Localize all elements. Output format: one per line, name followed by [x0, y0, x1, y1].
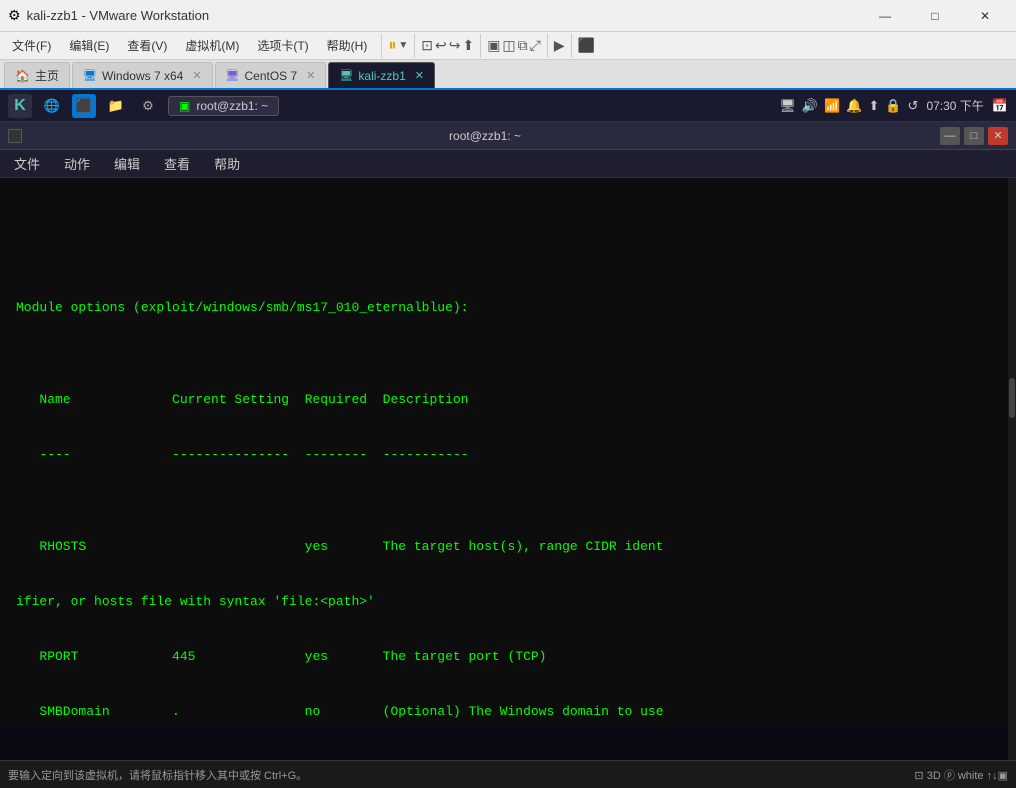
vmware-titlebar: ⚙ kali-zzb1 - VMware Workstation — □ ✕: [0, 0, 1016, 32]
tab-bar: 🏠 主页 🖥 Windows 7 x64 ✕ 🖥 CentOS 7 ✕ 🖥 ka…: [0, 60, 1016, 90]
toolbar-icon-1[interactable]: ⊡: [421, 37, 433, 54]
status-left-text: 要输入定向到该虚拟机，请将鼠标指针移入其中或按 Ctrl+G。: [8, 767, 307, 783]
kali-display-icon[interactable]: 🖥: [779, 98, 796, 114]
toolbar-icon-7[interactable]: ⧉: [518, 37, 528, 54]
app-menu-edit[interactable]: 编辑: [108, 152, 146, 175]
app-menu-view[interactable]: 查看: [158, 152, 196, 175]
scrollbar-thumb[interactable]: [1009, 378, 1015, 418]
kali-terminal-label: root@zzb1: ~: [196, 99, 268, 113]
terminal-line-1: Module options (exploit/windows/smb/ms17…: [16, 299, 1000, 318]
toolbar-pause-icon[interactable]: ⏸: [388, 37, 396, 55]
kali-settings-icon[interactable]: ⚙: [136, 94, 160, 118]
app-menubar: 文件 动作 编辑 查看 帮助: [0, 150, 1016, 178]
vmware-workstation: ⚙ kali-zzb1 - VMware Workstation — □ ✕ 文…: [0, 0, 1016, 788]
menu-tabs[interactable]: 选项卡(T): [249, 34, 316, 57]
toolbar-icon-5[interactable]: ▣: [487, 37, 500, 54]
menu-help[interactable]: 帮助(H): [319, 34, 376, 57]
kali-active-terminal[interactable]: ▣ root@zzb1: ~: [168, 96, 279, 116]
toolbar-separator-4: [547, 34, 548, 58]
kali-sys-icons: 🖥 🔊 📶 🔔 ⬆ 🔒 ↺: [779, 98, 918, 114]
terminal-content: Module options (exploit/windows/smb/ms17…: [16, 226, 1000, 726]
vmware-close-button[interactable]: ✕: [962, 2, 1008, 30]
toolbar-icon-10[interactable]: ⬛: [578, 37, 595, 54]
terminal-line-3: Name Current Setting Required Descriptio…: [16, 391, 1000, 410]
tab-centos[interactable]: 🖥 CentOS 7 ✕: [215, 62, 327, 88]
toolbar-icon-3[interactable]: ↪: [449, 37, 461, 54]
vmware-icon: ⚙: [8, 7, 21, 24]
tab-home-label: 主页: [35, 67, 59, 84]
terminal-wrapper[interactable]: Module options (exploit/windows/smb/ms17…: [0, 178, 1016, 760]
tab-win7-label: Windows 7 x64: [102, 69, 183, 83]
menu-view[interactable]: 查看(V): [119, 34, 175, 57]
terminal-title: root@zzb1: ~: [30, 129, 940, 143]
vm-content: K 🌐 ⬛ 📁 ⚙ ▣ root@zzb1: ~ 🖥: [0, 90, 1016, 788]
terminal-title-checkbox: [8, 129, 22, 143]
kali-terminal-icon[interactable]: ⬛: [72, 94, 96, 118]
toolbar-separator-2: [414, 34, 415, 58]
toolbar-separator-3: [480, 34, 481, 58]
tab-home-icon: 🏠: [15, 69, 30, 83]
toolbar-separator-5: [571, 34, 572, 58]
terminal-scrollbar[interactable]: [1008, 178, 1016, 760]
kali-update-icon[interactable]: ⬆: [868, 98, 879, 114]
kali-calendar-icon[interactable]: 📅: [992, 98, 1008, 114]
kali-logo-icon[interactable]: K: [8, 94, 32, 118]
tab-win7-icon: 🖥: [83, 69, 97, 82]
tab-win7-close[interactable]: ✕: [192, 69, 201, 82]
terminal-restore-button[interactable]: □: [964, 127, 984, 145]
tab-centos-close[interactable]: ✕: [306, 69, 315, 82]
terminal-line-4: ---- --------------- -------- ----------…: [16, 446, 1000, 465]
tab-win7[interactable]: 🖥 Windows 7 x64 ✕: [72, 62, 213, 88]
terminal[interactable]: Module options (exploit/windows/smb/ms17…: [0, 178, 1016, 726]
kali-lock-icon[interactable]: 🔒: [885, 98, 901, 114]
terminal-line-6: RHOSTS yes The target host(s), range CID…: [16, 538, 1000, 557]
vmware-window-controls: — □ ✕: [862, 2, 1008, 30]
tab-centos-icon: 🖥: [226, 69, 240, 82]
vmware-menubar: 文件(F) 编辑(E) 查看(V) 虚拟机(M) 选项卡(T) 帮助(H) ⏸ …: [0, 32, 1016, 60]
kali-power-icon[interactable]: ↺: [908, 98, 919, 114]
kali-taskbar: K 🌐 ⬛ 📁 ⚙ ▣ root@zzb1: ~ 🖥: [0, 90, 1016, 122]
status-right-text: ⊡ 3D ⓟ white ↑↓▣: [914, 767, 1008, 783]
app-menu-actions[interactable]: 动作: [58, 152, 96, 175]
toolbar-separator-1: [381, 34, 382, 58]
vmware-minimize-button[interactable]: —: [862, 2, 908, 30]
toolbar-icon-4[interactable]: ⬆: [462, 37, 474, 54]
vmware-maximize-button[interactable]: □: [912, 2, 958, 30]
terminal-titlebar: root@zzb1: ~ — □ ✕: [0, 122, 1016, 150]
kali-sound-icon[interactable]: 🔊: [802, 98, 818, 114]
terminal-line-9: SMBDomain . no (Optional) The Windows do…: [16, 703, 1000, 722]
kali-folder-icon[interactable]: 📁: [104, 94, 128, 118]
tab-kali-label: kali-zzb1: [358, 69, 405, 83]
terminal-line-7: ifier, or hosts file with syntax 'file:<…: [16, 593, 1000, 612]
terminal-close-button[interactable]: ✕: [988, 127, 1008, 145]
tab-kali-icon: 🖥: [339, 69, 353, 82]
toolbar-icon-8[interactable]: ⤢: [530, 37, 541, 54]
menu-vm[interactable]: 虚拟机(M): [177, 34, 247, 57]
tab-kali-close[interactable]: ✕: [415, 69, 424, 82]
toolbar-icon-9[interactable]: ▶: [554, 37, 565, 54]
tab-centos-label: CentOS 7: [245, 69, 298, 83]
tab-home[interactable]: 🏠 主页: [4, 62, 70, 88]
app-menu-file[interactable]: 文件: [8, 152, 46, 175]
terminal-minimize-button[interactable]: —: [940, 127, 960, 145]
terminal-win-controls: — □ ✕: [940, 127, 1008, 145]
menu-edit[interactable]: 编辑(E): [61, 34, 117, 57]
app-menu-help[interactable]: 帮助: [208, 152, 246, 175]
toolbar-icon-6[interactable]: ◫: [502, 37, 515, 54]
kali-clock: 🖥 🔊 📶 🔔 ⬆ 🔒 ↺ 07:30 下午 📅: [779, 97, 1008, 114]
tab-kali[interactable]: 🖥 kali-zzb1 ✕: [328, 62, 435, 88]
menu-file[interactable]: 文件(F): [4, 34, 59, 57]
toolbar-dropdown-icon[interactable]: ▼: [398, 40, 408, 51]
kali-time: 07:30 下午: [926, 97, 983, 114]
kali-network-icon[interactable]: 📶: [824, 98, 840, 114]
kali-notif-icon[interactable]: 🔔: [846, 98, 862, 114]
toolbar-icon-2[interactable]: ↩: [435, 37, 447, 54]
vmware-title: kali-zzb1 - VMware Workstation: [27, 8, 862, 23]
terminal-line-8: RPORT 445 yes The target port (TCP): [16, 648, 1000, 667]
kali-browser-icon[interactable]: 🌐: [40, 94, 64, 118]
statusbar: 要输入定向到该虚拟机，请将鼠标指针移入其中或按 Ctrl+G。 ⊡ 3D ⓟ w…: [0, 760, 1016, 788]
